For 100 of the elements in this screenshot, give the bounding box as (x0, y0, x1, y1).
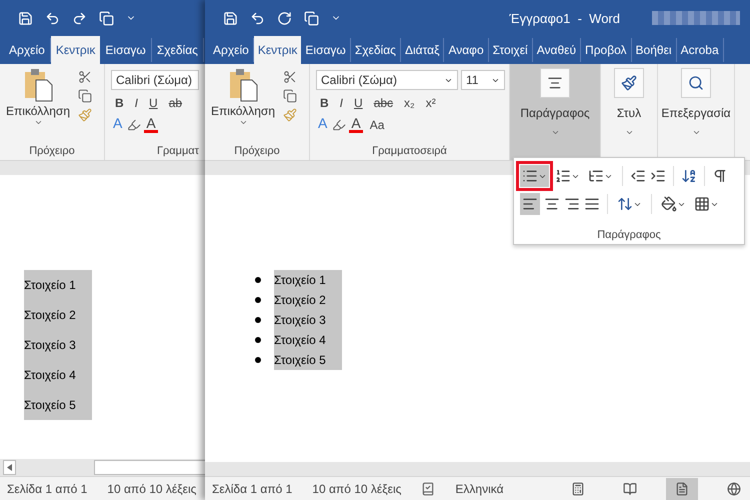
justify-icon[interactable] (584, 196, 600, 212)
copy-icon[interactable] (78, 89, 92, 103)
ribbon-tab[interactable]: Σχεδίας (152, 38, 204, 62)
align-left-button[interactable] (520, 193, 540, 215)
group-label: Επεξεργασία (661, 106, 731, 120)
list-item: Στοιχείο 2 (24, 300, 92, 330)
change-case-button[interactable]: Aa (366, 116, 388, 132)
copy-icon[interactable] (283, 89, 298, 103)
ribbon-tab[interactable]: Βοήθει (632, 38, 677, 62)
scissors-icon[interactable] (283, 70, 298, 84)
group-label: Γραμματοσειρά (371, 144, 448, 159)
group-label: Γραμματ (156, 144, 199, 159)
ribbon-tab[interactable]: Στοιχεί (488, 38, 533, 62)
text-effects-button[interactable]: A (316, 116, 330, 133)
repeat-icon[interactable] (277, 10, 292, 26)
multilevel-list-icon (588, 168, 604, 184)
print-view-icon (675, 482, 689, 496)
search-icon (688, 75, 704, 91)
ribbon-tab[interactable]: Acroba (676, 38, 724, 62)
group-label: Πρόχειρο (28, 144, 76, 159)
bulleted-list-icon (522, 168, 538, 184)
redo-icon[interactable] (72, 10, 87, 26)
view-button[interactable] (666, 478, 698, 500)
page-count[interactable]: Σελίδα 1 από 1 (212, 482, 292, 496)
align-lines-icon (547, 75, 563, 91)
format-button[interactable]: x₂ (400, 95, 419, 111)
font-name-field[interactable]: Calibri (Σώμα) (111, 70, 199, 90)
format-button[interactable]: B (316, 95, 333, 111)
list-item: Στοιχείο 5 (274, 350, 342, 370)
format-button[interactable]: abc (370, 95, 398, 111)
collapsed-group-button[interactable]: Παράγραφος (510, 64, 601, 160)
horizontal-scrollbar[interactable] (0, 459, 206, 476)
format-button[interactable]: U (145, 95, 162, 111)
ribbon-tab[interactable]: Κεντρικ (254, 36, 302, 64)
decrease-indent-icon[interactable] (630, 168, 646, 184)
caret-icon (692, 128, 700, 137)
format-button[interactable]: I (336, 95, 348, 111)
font-color-button[interactable]: A (349, 116, 363, 133)
font-name-field[interactable]: Calibri (Σώμα) (316, 70, 458, 90)
sort-icon[interactable] (681, 168, 697, 184)
paste-button[interactable]: Επικόλληση (211, 104, 276, 118)
focus-view-icon (571, 482, 585, 496)
bullets-button[interactable] (520, 165, 549, 187)
up-down-arrow-icon (617, 196, 633, 212)
caret-icon (550, 128, 560, 137)
clipboard-paste-icon[interactable] (228, 68, 258, 102)
font-size-field[interactable]: 11 (461, 70, 505, 90)
language-label[interactable]: Ελληνικά (455, 482, 504, 496)
format-button[interactable]: I (130, 95, 142, 111)
left-arrow-icon[interactable] (7, 464, 12, 471)
format-button[interactable]: U (350, 95, 367, 111)
ribbon-tab[interactable]: Εισαγω (301, 38, 351, 62)
ribbon-tab[interactable]: Κεντρικ (50, 36, 100, 64)
numbered-list-icon (555, 168, 571, 184)
list-item: Στοιχείο 4 (274, 330, 342, 350)
list-item: Στοιχείο 3 (24, 330, 92, 360)
format-button[interactable]: B (111, 95, 128, 111)
ribbon-tab[interactable]: Αναφο (444, 38, 489, 62)
undo-icon[interactable] (250, 10, 265, 26)
highlighter-icon[interactable] (332, 118, 346, 132)
scissors-icon[interactable] (78, 70, 92, 84)
pilcrow-icon[interactable] (712, 168, 728, 184)
window-title: Έγγραφο1 - Word (509, 10, 620, 26)
word-count[interactable]: 10 από 10 λέξεις (107, 482, 196, 496)
paste-button[interactable]: Επικόλληση (6, 104, 70, 118)
ribbon-tab[interactable]: Σχεδίας (350, 38, 401, 62)
ribbon-tab[interactable]: Προβολ (581, 38, 632, 62)
word-count[interactable]: 10 από 10 λέξεις (312, 482, 402, 496)
align-right-icon[interactable] (564, 196, 580, 212)
group-label: Παράγραφος (596, 228, 662, 243)
align-center-icon[interactable] (544, 196, 560, 212)
group-label: Πρόχειρο (233, 144, 281, 159)
page-count[interactable]: Σελίδα 1 από 1 (7, 482, 88, 496)
text-effects-button[interactable]: A (111, 116, 124, 133)
group-label: Στυλ (616, 106, 642, 120)
web-view-icon (727, 482, 741, 496)
undo-icon[interactable] (45, 10, 60, 26)
scroll-thumb[interactable] (94, 460, 206, 475)
caret-icon (624, 128, 634, 137)
highlighter-icon[interactable] (127, 118, 142, 132)
read-view-icon (623, 482, 637, 496)
list-item: Στοιχείο 2 (274, 290, 342, 310)
list-item: Στοιχείο 4 (24, 360, 92, 390)
ribbon-tab[interactable]: Εισαγω (100, 38, 152, 62)
save-icon[interactable] (18, 10, 33, 26)
increase-indent-icon[interactable] (650, 168, 666, 184)
save-icon[interactable] (223, 10, 238, 26)
proofing-icon[interactable] (421, 482, 436, 496)
format-button[interactable]: x² (422, 95, 440, 111)
format-button[interactable]: ab (164, 95, 186, 111)
list-item: Στοιχείο 1 (24, 270, 92, 300)
list-item: Στοιχείο 3 (274, 310, 342, 330)
ribbon-tab[interactable]: Αναθεύ (532, 38, 582, 62)
group-label: Παράγραφος (520, 106, 590, 120)
align-left-icon (522, 196, 538, 212)
ribbon-tab[interactable]: Διάταξ (400, 38, 444, 62)
grid-icon (694, 196, 710, 212)
font-color-button[interactable]: A (144, 116, 158, 133)
clipboard-paste-icon[interactable] (23, 68, 53, 102)
paint-bucket-icon (661, 196, 677, 212)
